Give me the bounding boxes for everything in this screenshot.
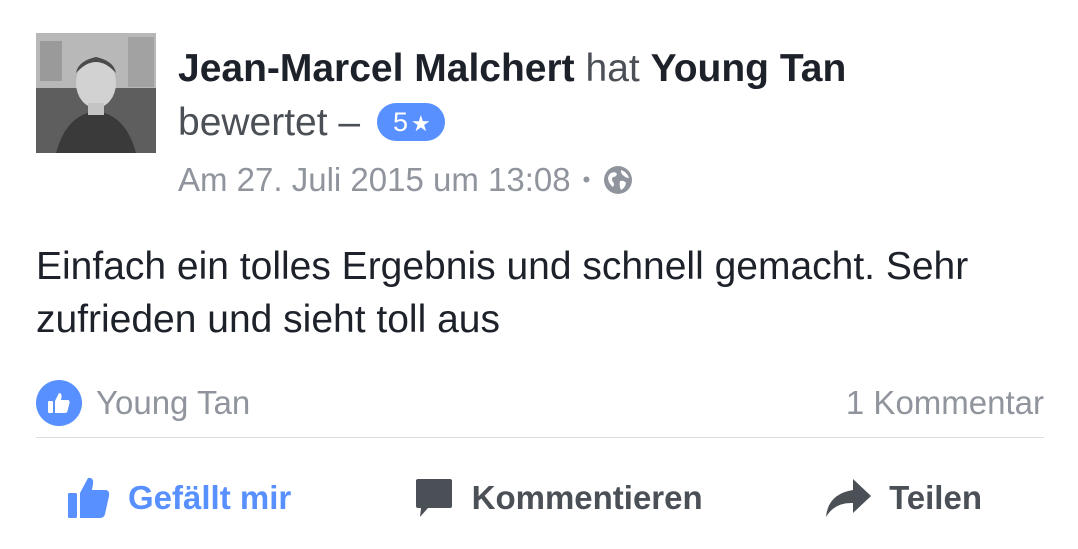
reaction-summary: Young Tan 1 Kommentar bbox=[36, 378, 1044, 428]
rating-badge: 5 ★ bbox=[376, 103, 445, 141]
verb-text: hat bbox=[585, 47, 640, 90]
rating-value: 5 bbox=[392, 107, 408, 137]
post-header: Jean-Marcel Malchert hat Young Tan bewer… bbox=[178, 42, 1038, 202]
star-icon: ★ bbox=[410, 111, 431, 136]
like-reaction-icon bbox=[36, 380, 82, 426]
like-label: Gefällt mir bbox=[128, 479, 292, 516]
divider bbox=[36, 437, 1044, 438]
avatar[interactable] bbox=[36, 33, 156, 153]
post-headline: Jean-Marcel Malchert hat Young Tan bewer… bbox=[178, 42, 1038, 150]
comment-button[interactable]: Kommentieren bbox=[412, 476, 703, 520]
rated-text: bewertet – bbox=[178, 101, 361, 144]
separator-dot: • bbox=[582, 167, 591, 192]
timestamp[interactable]: Am 27. Juli 2015 um 13:08 bbox=[178, 158, 571, 202]
like-button[interactable]: Gefällt mir bbox=[66, 475, 291, 521]
comment-count[interactable]: 1 Kommentar bbox=[846, 384, 1044, 422]
review-post: Jean-Marcel Malchert hat Young Tan bewer… bbox=[0, 0, 1078, 549]
comment-bubble-icon bbox=[412, 476, 456, 520]
liker-name[interactable]: Young Tan bbox=[96, 384, 250, 422]
globe-icon[interactable] bbox=[602, 164, 634, 196]
target-name[interactable]: Young Tan bbox=[651, 47, 847, 90]
author-name[interactable]: Jean-Marcel Malchert bbox=[178, 47, 575, 90]
share-arrow-icon bbox=[823, 476, 873, 520]
post-body: Einfach ein tolles Ergebnis und schnell … bbox=[36, 245, 969, 341]
thumbs-up-icon bbox=[66, 475, 112, 521]
likes-summary[interactable]: Young Tan bbox=[36, 380, 250, 426]
share-button[interactable]: Teilen bbox=[823, 476, 982, 520]
action-bar: Gefällt mir Kommentieren Teilen bbox=[36, 466, 1044, 530]
comment-label: Kommentieren bbox=[471, 479, 703, 516]
share-label: Teilen bbox=[889, 479, 982, 516]
post-meta: Am 27. Juli 2015 um 13:08 • bbox=[178, 158, 1038, 202]
